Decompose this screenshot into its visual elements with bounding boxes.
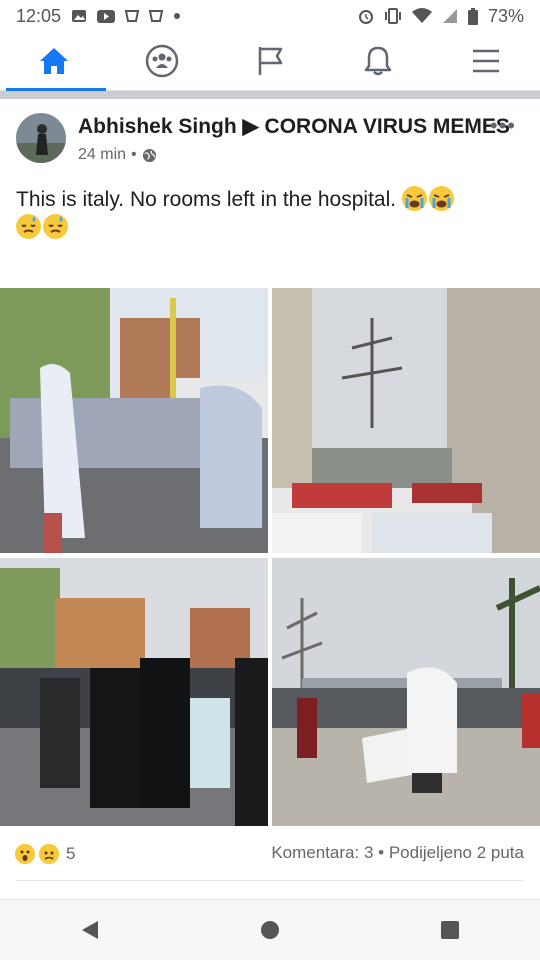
status-time: 12:05 (16, 5, 62, 26)
post-meta: 24 min • (78, 146, 524, 164)
crying-face-emoji (401, 186, 427, 211)
author-block: Abhishek Singh ▶ CORONA VIRUS MEMES 24 m… (78, 113, 524, 164)
status-left: 12:05 (16, 6, 181, 27)
dot-icon (174, 13, 181, 19)
author-line: Abhishek Singh ▶ CORONA VIRUS MEMES (78, 113, 524, 140)
counts-separator: • (378, 843, 385, 862)
battery-icon (467, 7, 478, 25)
post-time[interactable]: 24 min (78, 146, 126, 164)
comments-count[interactable]: Komentara: 3 (271, 843, 373, 862)
notifications-bell-icon (364, 46, 392, 76)
author-name[interactable]: Abhishek Singh (78, 115, 237, 138)
more-options-button[interactable]: ••• (490, 113, 516, 139)
status-bar: 12:05 73% (0, 0, 540, 32)
shares-count[interactable]: Podijeljeno 2 puta (389, 843, 524, 862)
tab-notifications[interactable] (348, 38, 408, 84)
recents-icon[interactable] (440, 920, 460, 940)
battery-level: 73% (487, 5, 524, 26)
groups-icon (145, 44, 179, 78)
globe-icon (142, 148, 156, 162)
status-right: 73% (358, 6, 524, 27)
back-icon[interactable] (80, 919, 100, 941)
post-header: Abhishek Singh ▶ CORONA VIRUS MEMES 24 m… (0, 99, 540, 164)
group-name[interactable]: CORONA VIRUS MEMES (265, 115, 510, 138)
wow-icon (14, 843, 36, 865)
home-icon (40, 48, 68, 74)
photo-grid (0, 288, 540, 826)
sad-icon (38, 843, 60, 865)
sweat-face-emoji (16, 214, 41, 239)
active-tab-indicator (6, 88, 106, 91)
system-nav-bar (0, 899, 540, 960)
photo-4[interactable] (272, 558, 540, 826)
engagement-counts: Komentara: 3 • Podijeljeno 2 puta (271, 843, 524, 863)
arrow-icon: ▶ (242, 115, 259, 138)
wifi-icon (411, 8, 432, 23)
tab-groups[interactable] (132, 38, 192, 84)
signal-icon (442, 9, 457, 23)
home-circle-icon[interactable] (260, 920, 280, 940)
post-text-content: This is italy. No rooms left in the hosp… (16, 188, 397, 211)
tab-pages[interactable] (240, 38, 300, 84)
sweat-face-emoji (43, 214, 68, 239)
avatar[interactable] (16, 113, 66, 163)
pages-flag-icon (258, 47, 283, 75)
photo-1[interactable] (0, 288, 268, 553)
tab-home[interactable] (24, 38, 84, 84)
top-nav (0, 32, 540, 91)
tab-menu[interactable] (456, 38, 516, 84)
photo-3[interactable] (0, 558, 268, 826)
app-icon (125, 10, 140, 22)
crying-face-emoji (428, 186, 454, 211)
meta-separator: • (131, 146, 137, 163)
app-icon (149, 10, 164, 22)
post-text: This is italy. No rooms left in the hosp… (0, 186, 540, 242)
feed-divider (0, 91, 540, 99)
gallery-icon (72, 10, 87, 22)
youtube-icon (97, 9, 116, 23)
photo-2[interactable] (272, 288, 540, 553)
alarm-icon (358, 10, 373, 24)
vibrate-icon (384, 8, 401, 24)
menu-icon (473, 49, 499, 73)
reactions-count: 5 (66, 844, 76, 863)
actions-divider (16, 880, 524, 881)
reactions-summary[interactable]: 5 (14, 843, 75, 865)
